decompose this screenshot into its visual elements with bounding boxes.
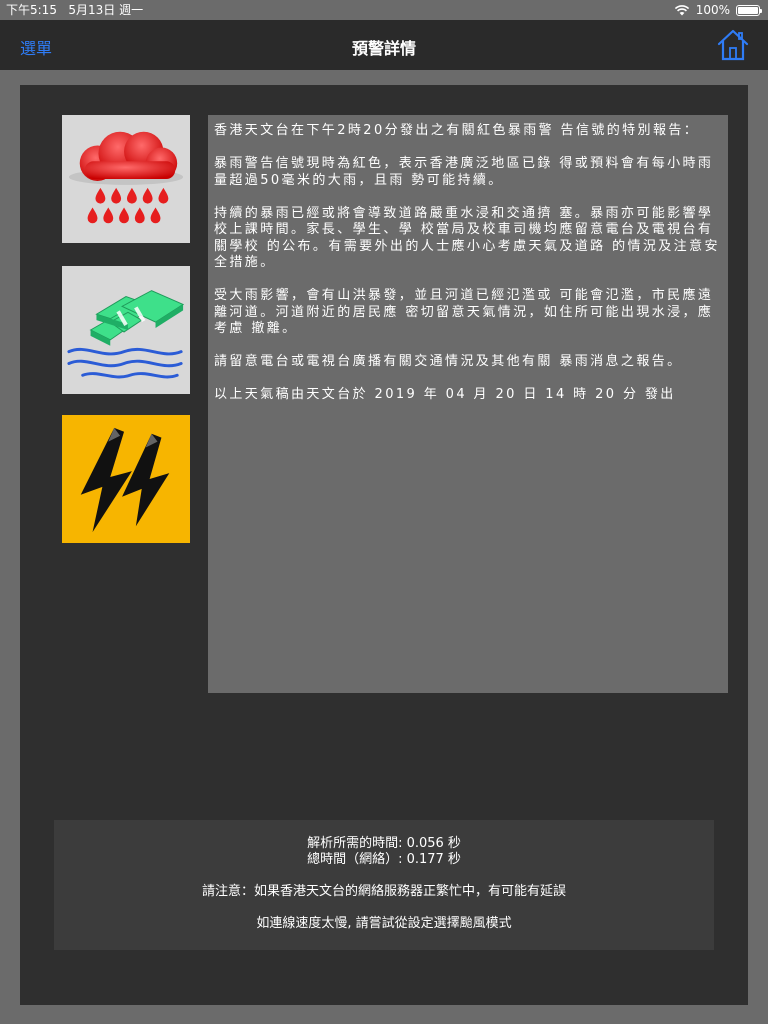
bulletin-paragraph: 請留意電台或電視台廣播有關交通情況及其他有關 暴雨消息之報告。	[214, 354, 683, 369]
page-title: 預警詳情	[351, 39, 416, 58]
status-bar: 下午5:15 5月13日 週一 100%	[0, 0, 768, 20]
status-indicators: 100%	[674, 0, 762, 20]
bulletin-paragraph: 以上天氣稿由天文台於 2019 年 04 月 20 日 14 時 20 分 發出	[214, 387, 676, 402]
flooding-icon	[62, 266, 190, 394]
menu-button[interactable]: 選單	[20, 35, 52, 59]
battery-percent: 100%	[695, 3, 730, 17]
warning-detail-panel: 香港天文台在下午2時20分發出之有關紅色暴雨警 告信號的特別報告： 暴雨警告信號現…	[20, 85, 748, 1005]
bulletin-paragraph: 香港天文台在下午2時20分發出之有關紅色暴雨警 告信號的特別報告：	[214, 123, 700, 138]
status-date: 5月13日 週一	[68, 3, 144, 17]
bulletin-paragraph: 持續的暴雨已經或將會導致道路嚴重水浸和交通擠 塞。暴雨亦可能影響學校上課時間。家…	[214, 205, 720, 271]
rainstorm-red-icon	[62, 115, 190, 243]
parse-time-label: 解析所需的時間: 0.056 秒	[307, 836, 461, 851]
home-icon	[717, 29, 749, 61]
home-button[interactable]	[716, 29, 750, 61]
battery-fill	[738, 6, 758, 14]
navigation-bar: 選單 預警詳情	[0, 20, 768, 70]
bulletin-paragraph: 受大雨影響，會有山洪暴發，並且河道已經氾濫或 可能會氾濫，市民應遠離河道。河道附…	[214, 288, 714, 336]
warning-bulletin-text: 香港天文台在下午2時20分發出之有關紅色暴雨警 告信號的特別報告： 暴雨警告信號現…	[208, 115, 728, 693]
status-time: 下午5:15	[6, 3, 57, 17]
wifi-icon	[674, 5, 689, 16]
thunderstorm-icon	[62, 415, 190, 543]
bulletin-paragraph: 暴雨警告信號現時為紅色，表示香港廣泛地區已錄 得或預料會有每小時雨量超過50毫米…	[214, 156, 714, 188]
slow-connection-hint: 如連線速度太慢, 請嘗試從設定選擇颱風模式	[256, 916, 512, 931]
server-busy-notice: 請注意：如果香港天文台的網絡服務器正繁忙中，有可能有延誤	[201, 884, 566, 899]
battery-icon	[736, 4, 762, 16]
status-time-date: 下午5:15 5月13日 週一	[6, 0, 143, 20]
timing-info-box: 解析所需的時間: 0.056 秒 總時間（網絡）: 0.177 秒 請注意：如果…	[54, 820, 714, 950]
total-time-label: 總時間（網絡）: 0.177 秒	[307, 852, 461, 867]
